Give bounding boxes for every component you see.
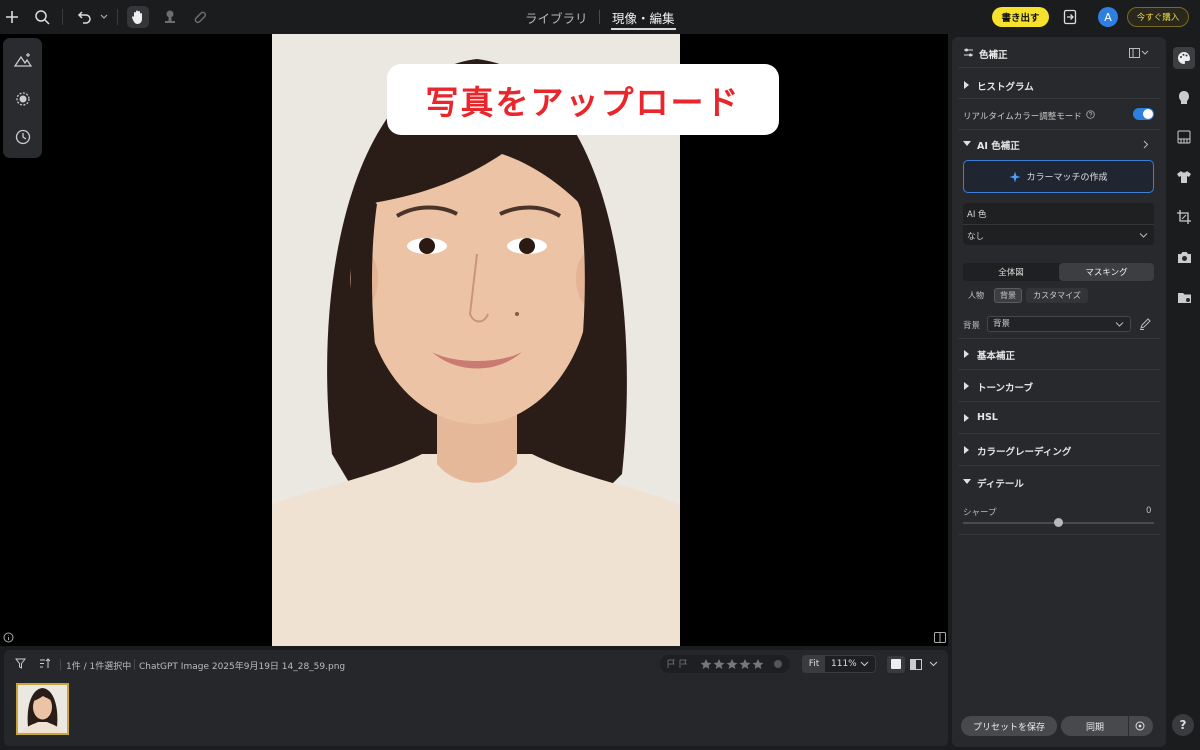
- ai-color-label: AI 色: [967, 210, 987, 220]
- folder-icon[interactable]: [1175, 288, 1193, 306]
- sync-settings-icon[interactable]: [1135, 721, 1145, 731]
- camera-icon[interactable]: [1175, 248, 1193, 266]
- crop-icon[interactable]: [1175, 208, 1193, 226]
- segment-whole[interactable]: 全体図: [963, 263, 1059, 281]
- presets-icon[interactable]: [12, 88, 34, 110]
- rating-bar: [660, 655, 790, 673]
- export-button[interactable]: 書き出す: [992, 7, 1049, 27]
- chevron-down-icon: [1115, 321, 1124, 328]
- panel-title: 色補正: [979, 50, 1008, 61]
- tone-curve-section[interactable]: トーンカーブ: [977, 380, 1033, 394]
- filter-icon[interactable]: [15, 658, 26, 669]
- bandage-tool-icon[interactable]: [189, 6, 211, 28]
- adjustment-panel: 色補正 ヒストグラム リアルタイムカラー調整モード AI 色補正 カラーマッチの…: [952, 37, 1166, 747]
- chevron-down-icon: [1139, 232, 1148, 239]
- zoom-level: 111%: [831, 659, 857, 669]
- tab-library[interactable]: ライブラリ: [525, 8, 588, 27]
- shirt-icon[interactable]: [1175, 168, 1193, 186]
- single-view-button[interactable]: [887, 656, 905, 673]
- background-select-value: 背景: [993, 319, 1011, 329]
- tab-develop[interactable]: 現像・編集: [612, 8, 675, 27]
- fit-button[interactable]: Fit: [803, 656, 825, 672]
- sharpen-slider-thumb[interactable]: [1054, 518, 1063, 527]
- segment-masking[interactable]: マスキング: [1059, 263, 1154, 281]
- history-icon[interactable]: [12, 126, 34, 148]
- ai-color-section[interactable]: AI 色補正: [977, 138, 1020, 152]
- single-view-icon: [891, 659, 901, 669]
- create-color-match-button[interactable]: カラーマッチの作成: [963, 160, 1154, 193]
- film-icon[interactable]: [1175, 128, 1193, 146]
- photo-canvas[interactable]: 写真をアップロード: [0, 34, 948, 646]
- realtime-mode-toggle[interactable]: [1133, 108, 1154, 120]
- buy-now-button[interactable]: 今すぐ購入: [1127, 7, 1189, 27]
- add-icon[interactable]: [1, 6, 23, 28]
- mask-mode-segment: 全体図 マスキング: [963, 263, 1154, 281]
- save-preset-button[interactable]: プリセットを保存: [961, 716, 1057, 736]
- before-after-icon[interactable]: [910, 659, 922, 670]
- view-mode-chevron-icon[interactable]: [929, 660, 938, 668]
- hand-tool-icon[interactable]: [127, 6, 149, 28]
- histogram-section[interactable]: ヒストグラム: [977, 79, 1034, 93]
- detail-section[interactable]: ディテール: [977, 476, 1024, 490]
- info-icon[interactable]: [3, 632, 14, 643]
- zoom-control[interactable]: Fit 111%: [802, 655, 876, 673]
- edit-mask-icon[interactable]: [1139, 317, 1152, 330]
- stamp-tool-icon[interactable]: [159, 6, 181, 28]
- sync-label: 同期: [1085, 722, 1104, 733]
- ai-color-value: なし: [967, 232, 985, 242]
- color-grading-section[interactable]: カラーグレーディング: [977, 444, 1071, 458]
- chip-customize[interactable]: カスタマイズ: [1026, 288, 1088, 303]
- filmstrip: 1件 / 1件選択中 ChatGPT Image 2025年9月19日 14_2…: [4, 650, 948, 746]
- ai-color-dropdown[interactable]: AI 色 なし: [963, 203, 1154, 245]
- create-color-match-label: カラーマッチの作成: [1026, 173, 1108, 183]
- chip-person[interactable]: 人物: [963, 288, 989, 303]
- active-tab-indicator: [611, 28, 676, 30]
- zoom-chevron-icon[interactable]: [860, 660, 869, 668]
- compare-view-icon[interactable]: [934, 632, 946, 643]
- face-icon[interactable]: [1175, 88, 1193, 106]
- panel-layout-icon[interactable]: [1129, 48, 1149, 58]
- basic-adjust-section[interactable]: 基本補正: [977, 348, 1015, 362]
- background-select[interactable]: 背景: [987, 316, 1131, 332]
- file-name: ChatGPT Image 2025年9月19日 14_28_59.png: [139, 662, 346, 672]
- photo-thumbnail[interactable]: [16, 683, 69, 735]
- sync-button[interactable]: 同期: [1061, 716, 1153, 736]
- help-circle-icon[interactable]: [1086, 110, 1095, 119]
- sharpen-value: 0: [1146, 506, 1152, 516]
- auto-enhance-icon[interactable]: [12, 49, 34, 71]
- undo-history-chevron-icon[interactable]: [93, 6, 115, 28]
- top-bar: ライブラリ 現像・編集 書き出す A 今すぐ購入: [0, 0, 1200, 34]
- hsl-section[interactable]: HSL: [977, 412, 998, 423]
- background-label: 背景: [963, 321, 981, 331]
- search-icon[interactable]: [31, 6, 53, 28]
- chip-background[interactable]: 背景: [994, 288, 1022, 303]
- sliders-icon: [963, 47, 974, 58]
- help-button[interactable]: ?: [1172, 714, 1194, 736]
- import-icon[interactable]: [1059, 6, 1081, 28]
- avatar[interactable]: A: [1098, 7, 1118, 27]
- upload-photo-overlay[interactable]: 写真をアップロード: [387, 64, 779, 135]
- chevron-right-icon[interactable]: [1142, 140, 1149, 149]
- realtime-mode-label: リアルタイムカラー調整モード: [963, 112, 1082, 122]
- palette-icon[interactable]: [1173, 47, 1195, 69]
- undo-icon[interactable]: [73, 6, 95, 28]
- sharpen-label: シャープ: [963, 508, 997, 518]
- selection-count: 1件 / 1件選択中: [66, 662, 132, 672]
- left-toolbar: [3, 38, 42, 158]
- sort-icon[interactable]: [39, 658, 51, 669]
- sparkle-icon: [1009, 171, 1021, 182]
